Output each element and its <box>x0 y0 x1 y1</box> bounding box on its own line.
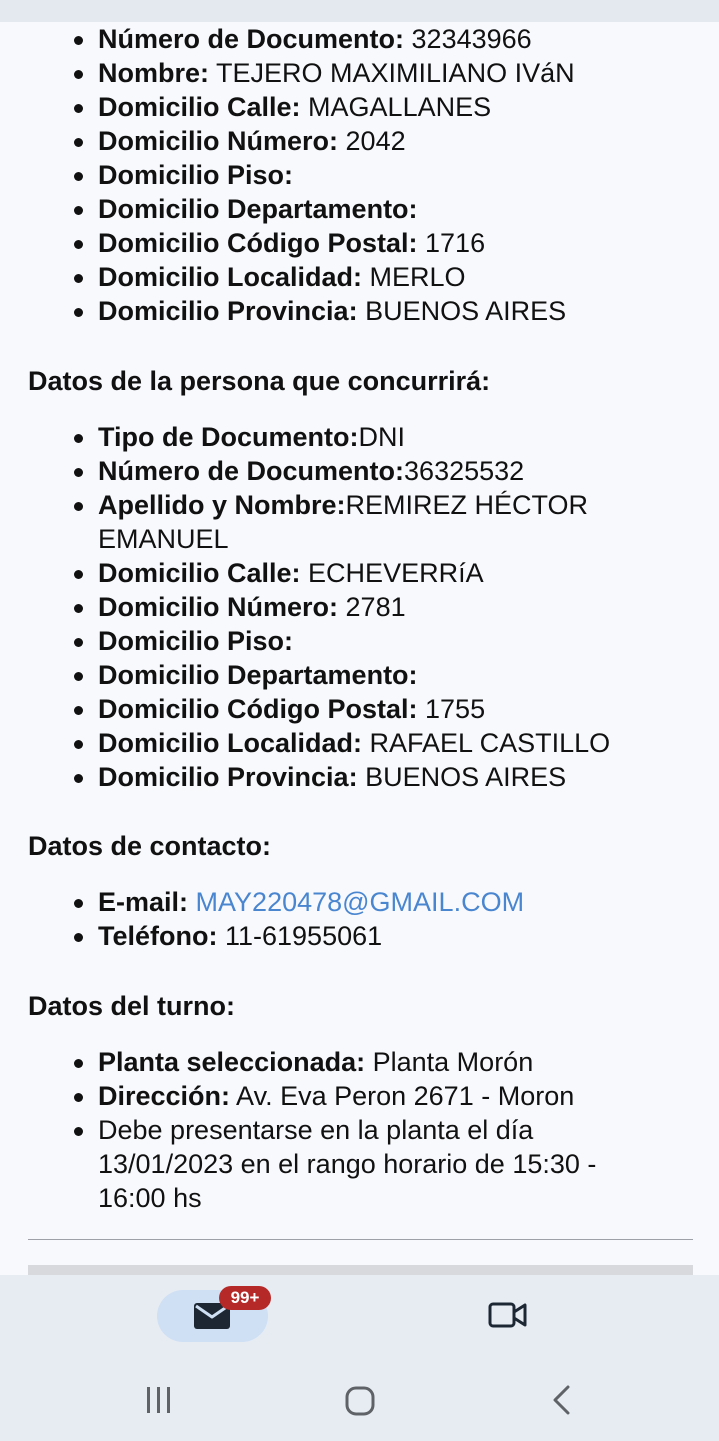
field-domicilio-provincia: Domicilio Provincia: BUENOS AIRES <box>0 294 719 328</box>
section-title-contacto: Datos de contacto: <box>28 831 272 861</box>
field-domicilio-calle: Domicilio Calle: ECHEVERRíA <box>0 556 719 590</box>
top-status-strip <box>0 0 719 22</box>
field-numero-documento: Número de Documento:36325532 <box>0 454 719 488</box>
field-numero-documento: Número de Documento: 32343966 <box>0 22 719 56</box>
video-camera-icon[interactable] <box>488 1299 528 1331</box>
section-title-turno: Datos del turno: <box>28 991 235 1021</box>
unread-badge: 99+ <box>219 1286 271 1310</box>
email-link[interactable]: MAY220478@GMAIL.COM <box>196 887 525 917</box>
field-domicilio-numero: Domicilio Número: 2042 <box>0 124 719 158</box>
turno-field-list: Planta seleccionada: Planta Morón Direcc… <box>0 1045 719 1215</box>
field-tipo-documento: Tipo de Documento:DNI <box>0 420 719 454</box>
field-domicilio-departamento: Domicilio Departamento: <box>0 658 719 692</box>
field-domicilio-piso: Domicilio Piso: <box>0 158 719 192</box>
contact-field-list: E-mail: MAY220478@GMAIL.COM Teléfono: 11… <box>0 885 719 953</box>
field-domicilio-numero: Domicilio Número: 2781 <box>0 590 719 624</box>
bottom-navigation <box>0 1275 719 1361</box>
field-domicilio-localidad: Domicilio Localidad: RAFAEL CASTILLO <box>0 726 719 760</box>
field-apellido-nombre: Apellido y Nombre:REMIREZ HÉCTOR EMANUEL <box>0 488 719 556</box>
field-domicilio-codigo-postal: Domicilio Código Postal: 1716 <box>0 226 719 260</box>
person-field-list: Tipo de Documento:DNI Número de Document… <box>0 420 719 794</box>
home-icon[interactable] <box>344 1385 376 1417</box>
field-domicilio-provincia: Domicilio Provincia: BUENOS AIRES <box>0 760 719 794</box>
email-body: Número de Documento: 32343966 Nombre: TE… <box>0 22 719 1215</box>
section-title-persona: Datos de la persona que concurrirá: <box>28 366 491 396</box>
divider <box>28 1239 693 1240</box>
field-nombre: Nombre: TEJERO MAXIMILIANO IVáN <box>0 56 719 90</box>
recent-apps-icon[interactable] <box>145 1385 173 1415</box>
field-direccion: Dirección: Av. Eva Peron 2671 - Moron <box>0 1079 719 1113</box>
field-domicilio-codigo-postal: Domicilio Código Postal: 1755 <box>0 692 719 726</box>
scroll-edge-bar <box>28 1265 693 1275</box>
owner-field-list: Número de Documento: 32343966 Nombre: TE… <box>0 22 719 328</box>
field-turno-note: Debe presentarse en la planta el día 13/… <box>0 1113 719 1215</box>
field-planta: Planta seleccionada: Planta Morón <box>0 1045 719 1079</box>
field-domicilio-localidad: Domicilio Localidad: MERLO <box>0 260 719 294</box>
field-domicilio-piso: Domicilio Piso: <box>0 624 719 658</box>
field-domicilio-departamento: Domicilio Departamento: <box>0 192 719 226</box>
field-domicilio-calle: Domicilio Calle: MAGALLANES <box>0 90 719 124</box>
field-telefono: Teléfono: 11-61955061 <box>0 919 719 953</box>
field-email: E-mail: MAY220478@GMAIL.COM <box>0 885 719 919</box>
back-icon[interactable] <box>552 1385 572 1415</box>
